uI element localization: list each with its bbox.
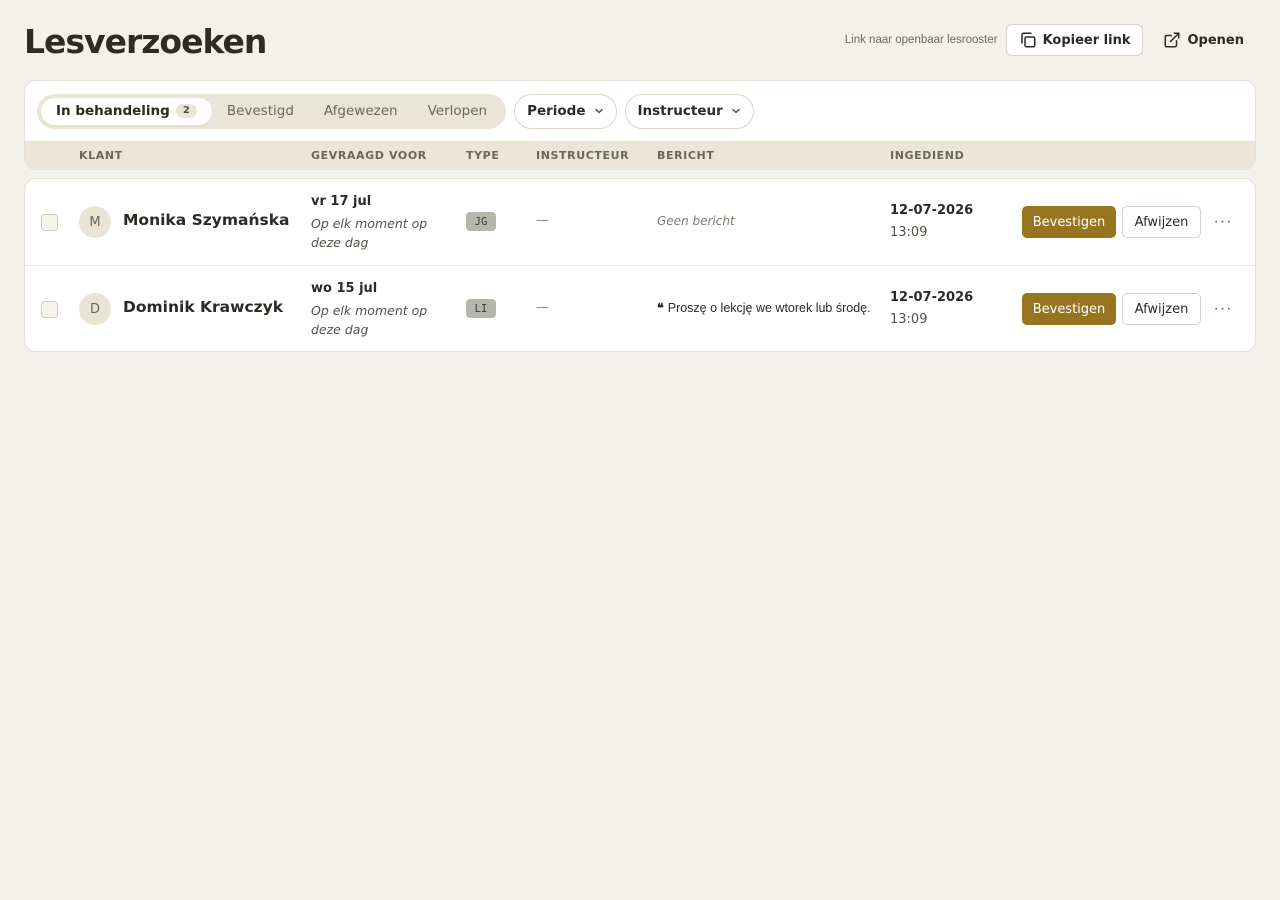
confirm-button[interactable]: Bevestigen [1022, 293, 1116, 325]
tab-label: In behandeling [56, 103, 170, 119]
confirm-button[interactable]: Bevestigen [1022, 206, 1116, 238]
row-checkbox[interactable] [41, 301, 58, 318]
tab-label: Afgewezen [323, 103, 398, 119]
column-header-type[interactable]: TYPE [466, 149, 499, 162]
message-body: Proszę o lekcję we wtorek lub środę. [667, 301, 871, 315]
tab-label: Verlopen [427, 103, 488, 119]
table-row: M Monika Szymańska vr 17 jul Op elk mome… [25, 179, 1255, 265]
client-name: Monika Szymańska [123, 211, 290, 229]
copy-link-label: Kopieer link [1042, 32, 1131, 48]
quote-icon: ❝ [657, 300, 664, 315]
requested-time-note: Op elk moment op deze dag [311, 303, 428, 337]
column-header-instructor[interactable]: INSTRUCTEUR [536, 149, 629, 162]
share-controls: Link naar openbaar lesrooster Kopieer li… [845, 24, 1256, 56]
column-header-client[interactable]: KLANT [79, 149, 123, 162]
more-options-icon[interactable]: ··· [1211, 209, 1235, 235]
open-label: Openen [1187, 32, 1244, 48]
submitted-time: 13:09 [890, 312, 928, 327]
avatar: D [79, 293, 111, 325]
external-link-icon [1164, 32, 1180, 48]
requests-table: M Monika Szymańska vr 17 jul Op elk mome… [24, 178, 1256, 352]
column-header-requested-for[interactable]: GEVRAAGD VOOR [311, 149, 427, 162]
share-link-label: Link naar openbaar lesrooster [844, 34, 998, 46]
tab-verlopen[interactable]: Verlopen [413, 98, 502, 125]
filter-card: In behandeling 2 Bevestigd Afgewezen Ver… [24, 80, 1256, 170]
message-empty: Geen bericht [657, 214, 735, 228]
tab-afgewezen[interactable]: Afgewezen [309, 98, 413, 125]
lesson-type-badge: JG [466, 212, 496, 231]
row-checkbox[interactable] [41, 214, 58, 231]
copy-link-button[interactable]: Kopieer link [1005, 24, 1144, 56]
column-header-message[interactable]: BERICHT [657, 149, 714, 162]
chevron-down-icon [594, 108, 603, 114]
avatar: M [79, 206, 111, 238]
status-tabs: In behandeling 2 Bevestigd Afgewezen Ver… [37, 93, 507, 129]
tab-label: Bevestigd [226, 103, 294, 119]
requested-time-note: Op elk moment op deze dag [311, 216, 428, 250]
message-text: ❝ Proszę o lekcję we wtorek lub środę. [657, 300, 871, 315]
tab-in-behandeling[interactable]: In behandeling 2 [41, 97, 212, 125]
submitted-date: 12-07-2026 [890, 203, 974, 218]
tab-bevestigd[interactable]: Bevestigd [212, 98, 309, 125]
client-name: Dominik Krawczyk [123, 298, 284, 316]
submitted-time: 13:09 [890, 225, 928, 240]
submitted-date: 12-07-2026 [890, 290, 974, 305]
copy-icon [1020, 32, 1036, 48]
period-dropdown[interactable]: Periode [514, 93, 617, 129]
table-row: D Dominik Krawczyk wo 15 jul Op elk mome… [25, 265, 1255, 351]
chevron-down-icon [732, 108, 740, 114]
filter-bar: In behandeling 2 Bevestigd Afgewezen Ver… [25, 81, 1255, 141]
instructor-value: — [536, 300, 549, 315]
requested-date: wo 15 jul [311, 281, 378, 296]
more-options-icon[interactable]: ··· [1211, 296, 1235, 322]
requested-date: vr 17 jul [311, 194, 372, 209]
instructor-dropdown-label: Instructeur [637, 103, 723, 119]
column-header-submitted[interactable]: INGEDIEND [890, 149, 964, 162]
reject-button[interactable]: Afwijzen [1122, 206, 1201, 238]
open-button[interactable]: Openen [1151, 24, 1256, 56]
page-title: Lesverzoeken [24, 22, 267, 61]
reject-button[interactable]: Afwijzen [1122, 293, 1201, 325]
instructor-dropdown[interactable]: Instructeur [624, 93, 754, 129]
instructor-value: — [536, 213, 549, 228]
period-dropdown-label: Periode [527, 103, 586, 119]
table-header: KLANT GEVRAAGD VOOR TYPE INSTRUCTEUR BER… [25, 141, 1255, 169]
tab-count-badge: 2 [175, 104, 197, 118]
lesson-type-badge: LI [466, 299, 496, 318]
